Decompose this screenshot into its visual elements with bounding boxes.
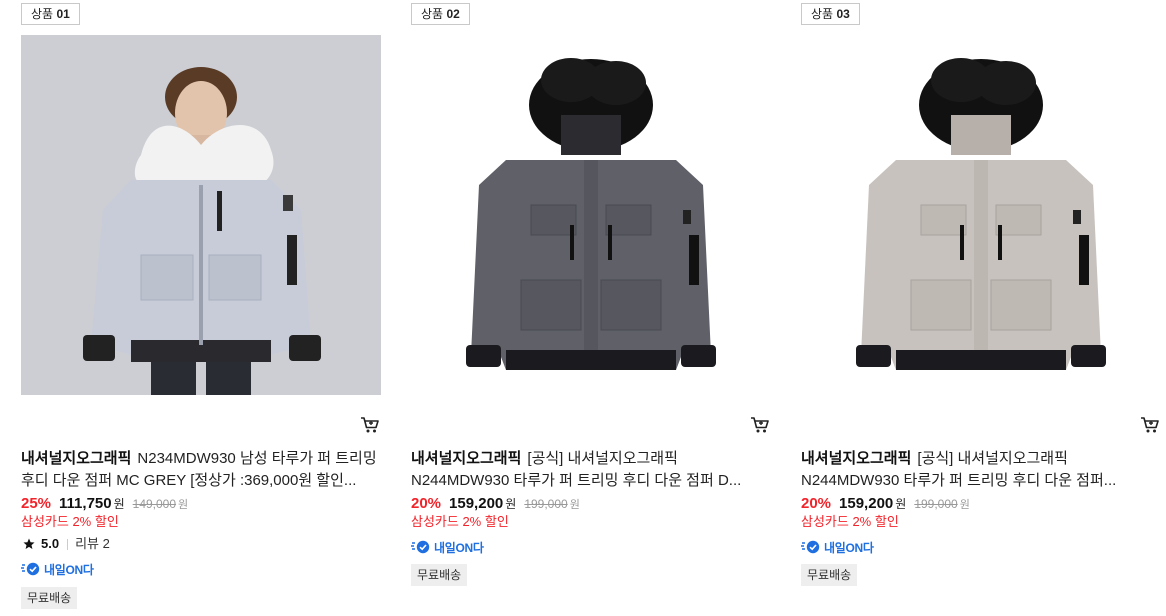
rank-label: 상품 bbox=[31, 7, 54, 21]
currency-unit: 원 bbox=[505, 497, 517, 511]
rank-number: 01 bbox=[56, 7, 70, 21]
cart-icon bbox=[1141, 417, 1159, 433]
delivery-badge: 내일ON다 bbox=[801, 539, 874, 555]
discount-rate: 20% bbox=[801, 495, 832, 512]
original-currency-unit: 원 bbox=[178, 499, 189, 511]
delivery-logo-text: 내일ON다 bbox=[434, 540, 484, 555]
price-row: 25% 111,750 원 149,000 원 bbox=[21, 494, 188, 514]
discount-rate: 25% bbox=[21, 495, 52, 512]
currency-unit: 원 bbox=[895, 497, 907, 511]
card-discount-promo: 삼성카드 2% 할인 bbox=[21, 514, 119, 529]
product-title[interactable]: 내셔널지오그래픽 N234MDW930 남성 타루가 퍼 트리밍 후디 다운 점퍼… bbox=[21, 448, 381, 492]
free-shipping-tag: 무료배송 bbox=[411, 564, 468, 586]
star-icon bbox=[23, 538, 35, 549]
product-image[interactable] bbox=[411, 35, 771, 395]
product-card-01[interactable]: 상품 01 내셔널지오그래픽 N234MDW930 남성 타루가 퍼 트리밍 후… bbox=[21, 0, 391, 616]
card-discount-promo: 삼성카드 2% 할인 bbox=[801, 514, 899, 529]
rank-label: 상품 bbox=[421, 7, 444, 21]
original-price: 199,000 bbox=[524, 497, 568, 511]
sale-price: 159,200 bbox=[839, 495, 894, 512]
sale-price: 159,200 bbox=[449, 495, 504, 512]
free-shipping-tag: 무료배송 bbox=[801, 564, 858, 586]
price-row: 20% 159,200 원 199,000 원 bbox=[801, 494, 970, 514]
delivery-badge: 내일ON다 bbox=[21, 561, 94, 577]
rank-badge: 상품 01 bbox=[21, 3, 80, 25]
delivery-logo-text: 내일ON다 bbox=[44, 562, 94, 577]
divider bbox=[67, 538, 69, 550]
card-discount-promo: 삼성카드 2% 할인 bbox=[411, 514, 509, 529]
original-currency-unit: 원 bbox=[959, 499, 970, 511]
product-image[interactable] bbox=[21, 35, 381, 395]
add-to-cart-button[interactable] bbox=[360, 416, 380, 434]
price-row: 20% 159,200 원 199,000 원 bbox=[411, 494, 580, 514]
rank-label: 상품 bbox=[811, 7, 834, 21]
brand-name: 내셔널지오그래픽 bbox=[801, 450, 912, 467]
delivery-logo-text: 내일ON다 bbox=[824, 540, 874, 555]
delivery-truck-icon bbox=[801, 540, 820, 554]
add-to-cart-button[interactable] bbox=[750, 416, 770, 434]
review-count: 리뷰 2 bbox=[75, 536, 110, 551]
rank-badge: 상품 03 bbox=[801, 3, 860, 25]
product-photo-jacket bbox=[411, 35, 771, 395]
product-title[interactable]: 내셔널지오그래픽 [공식] 내셔널지오그래픽 N244MDW930 타루가 퍼 트… bbox=[801, 448, 1161, 492]
rank-number: 02 bbox=[446, 7, 460, 21]
delivery-truck-icon bbox=[411, 540, 430, 554]
cart-icon bbox=[361, 417, 379, 433]
cart-icon bbox=[751, 417, 769, 433]
brand-name: 내셔널지오그래픽 bbox=[21, 450, 132, 467]
original-price: 149,000 bbox=[132, 497, 177, 511]
original-price: 199,000 bbox=[914, 497, 958, 511]
add-to-cart-button[interactable] bbox=[1140, 416, 1160, 434]
sale-price: 111,750 bbox=[59, 495, 112, 512]
free-shipping-tag: 무료배송 bbox=[21, 587, 78, 609]
product-card-02[interactable]: 상품 02 내셔널지오그래픽 [공식] 내셔널지오그래픽 N244MDW930 … bbox=[411, 0, 781, 616]
product-card-03[interactable]: 상품 03 내셔널지오그래픽 [공식] 내셔널지오그래픽 N244MDW930 … bbox=[801, 0, 1166, 616]
delivery-truck-icon bbox=[21, 562, 40, 576]
original-currency-unit: 원 bbox=[569, 499, 580, 511]
rating-score: 5.0 bbox=[41, 536, 60, 551]
rating-row[interactable]: 5.0 리뷰 2 bbox=[23, 535, 110, 553]
rank-badge: 상품 02 bbox=[411, 3, 470, 25]
discount-rate: 20% bbox=[411, 495, 442, 512]
product-photo-model bbox=[21, 35, 381, 395]
product-title[interactable]: 내셔널지오그래픽 [공식] 내셔널지오그래픽 N244MDW930 타루가 퍼 트… bbox=[411, 448, 771, 492]
product-image[interactable] bbox=[801, 35, 1161, 395]
currency-unit: 원 bbox=[113, 497, 125, 511]
product-photo-jacket bbox=[801, 35, 1161, 395]
brand-name: 내셔널지오그래픽 bbox=[411, 450, 522, 467]
rank-number: 03 bbox=[836, 7, 850, 21]
delivery-badge: 내일ON다 bbox=[411, 539, 484, 555]
